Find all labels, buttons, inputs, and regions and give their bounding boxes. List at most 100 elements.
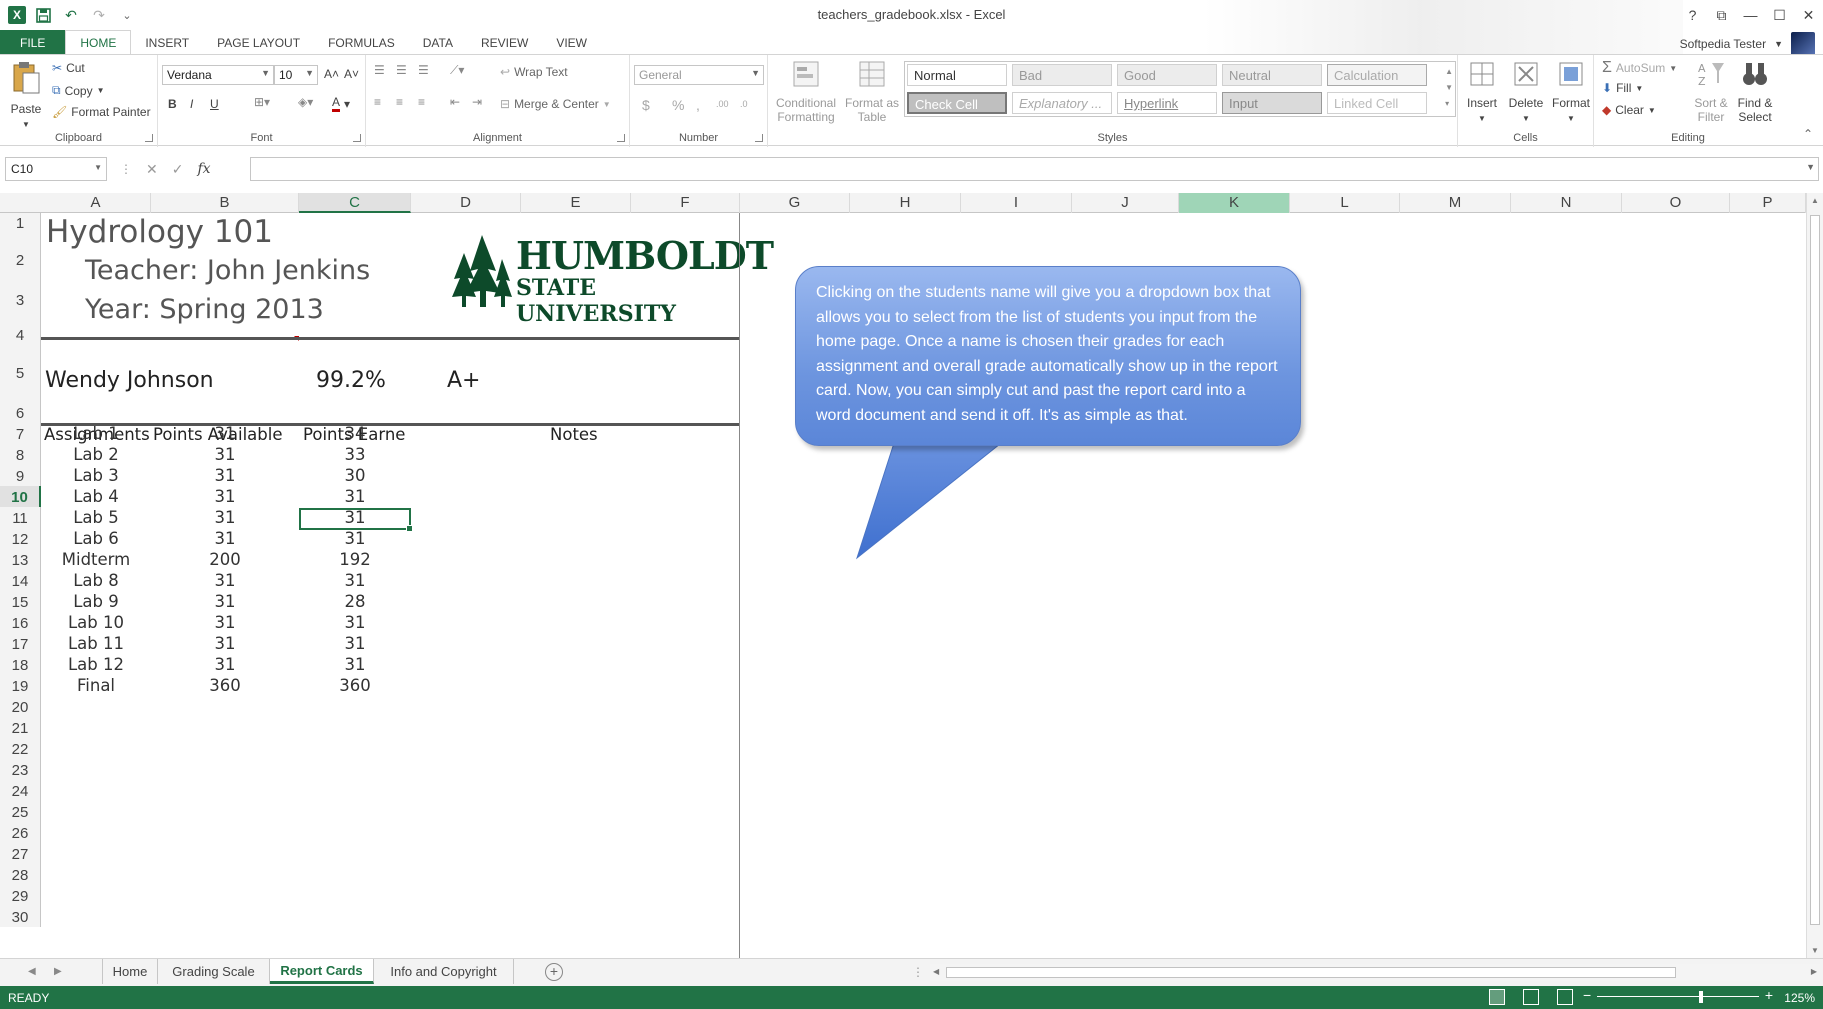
horizontal-scrollbar[interactable]: ◀ ▶ — [930, 964, 1820, 981]
assignment-available-cell[interactable]: 200 — [151, 550, 299, 569]
row-header-14[interactable]: 14 — [0, 570, 41, 591]
assignment-available-cell[interactable]: 31 — [151, 571, 299, 590]
teacher-name[interactable]: Teacher: John Jenkins — [85, 255, 370, 286]
comma-button[interactable]: , — [696, 97, 700, 113]
row-header-13[interactable]: 13 — [0, 549, 41, 570]
page-break-view-icon[interactable] — [1557, 989, 1573, 1005]
row-header-16[interactable]: 16 — [0, 612, 41, 633]
row-header-6[interactable]: 6 — [0, 383, 41, 423]
style-normal[interactable]: Normal — [907, 64, 1007, 86]
page-layout-view-icon[interactable] — [1523, 989, 1539, 1005]
assignment-available-cell[interactable]: 31 — [151, 487, 299, 506]
conditional-formatting-button[interactable]: Conditional Formatting — [772, 59, 840, 124]
row-header-27[interactable]: 27 — [0, 843, 41, 864]
increase-indent-icon[interactable]: ⇥ — [472, 95, 482, 109]
row-header-4[interactable]: 4 — [0, 310, 41, 345]
row-header-28[interactable]: 28 — [0, 864, 41, 885]
chevron-down-icon[interactable]: ▼ — [94, 163, 102, 172]
dialog-launcher-icon[interactable] — [617, 134, 625, 142]
font-size-box[interactable]: 10 ▼ — [274, 65, 318, 85]
assignment-earned-cell[interactable]: 192 — [299, 550, 411, 569]
tab-formulas[interactable]: FORMULAS — [314, 30, 409, 55]
zoom-out-icon[interactable]: − — [1583, 987, 1591, 1003]
sheet-tab-home[interactable]: Home — [102, 959, 158, 984]
assignment-available-cell[interactable]: 31 — [151, 655, 299, 674]
assignment-earned-cell[interactable]: 28 — [299, 592, 411, 611]
style-neutral[interactable]: Neutral — [1222, 64, 1322, 86]
help-icon[interactable]: ? — [1678, 0, 1707, 30]
tab-insert[interactable]: INSERT — [131, 30, 203, 55]
decrease-indent-icon[interactable]: ⇤ — [450, 95, 460, 109]
find-select-button[interactable]: Find & Select — [1732, 59, 1778, 124]
style-explanatory[interactable]: Explanatory ... — [1012, 92, 1112, 114]
zoom-knob[interactable] — [1699, 991, 1703, 1003]
prev-sheet-icon[interactable]: ◀ — [28, 966, 36, 977]
tab-split-grip-icon[interactable]: ⋮ — [912, 965, 924, 979]
assignment-available-cell[interactable]: 31 — [151, 529, 299, 548]
tab-home[interactable]: HOME — [65, 30, 132, 55]
assignment-name-cell[interactable]: Midterm — [41, 550, 151, 569]
row-header-26[interactable]: 26 — [0, 822, 41, 843]
assignment-name-cell[interactable]: Lab 3 — [41, 466, 151, 485]
row-header-3[interactable]: 3 — [0, 270, 41, 310]
column-header-n[interactable]: N — [1511, 193, 1622, 213]
bold-button[interactable]: B — [168, 97, 177, 111]
assignment-name-cell[interactable]: Lab 4 — [41, 487, 151, 506]
user-name[interactable]: Softpedia Tester — [1680, 37, 1767, 51]
zoom-in-icon[interactable]: + — [1765, 987, 1773, 1003]
row-header-10[interactable]: 10 — [0, 486, 41, 507]
instruction-callout[interactable]: Clicking on the students name will give … — [795, 266, 1301, 446]
dialog-launcher-icon[interactable] — [145, 134, 153, 142]
style-calculation[interactable]: Calculation — [1327, 64, 1427, 86]
tab-page-layout[interactable]: PAGE LAYOUT — [203, 30, 314, 55]
enter-icon[interactable]: ✓ — [172, 161, 184, 178]
zoom-level[interactable]: 125% — [1784, 991, 1815, 1005]
maximize-icon[interactable]: ☐ — [1765, 0, 1794, 30]
style-linked-cell[interactable]: Linked Cell — [1327, 92, 1427, 114]
fill-color-icon[interactable]: ◈▾ — [298, 95, 313, 109]
assignment-available-cell[interactable]: 360 — [151, 676, 299, 695]
delete-button[interactable]: Delete ▼ — [1504, 59, 1548, 126]
row-header-21[interactable]: 21 — [0, 717, 41, 738]
currency-button[interactable]: $ — [642, 97, 650, 113]
horizontal-scroll-thumb[interactable] — [946, 967, 1676, 978]
column-header-d[interactable]: D — [411, 193, 521, 213]
vertical-scroll-thumb[interactable] — [1810, 215, 1820, 925]
column-header-a[interactable]: A — [41, 193, 151, 213]
assignment-available-cell[interactable]: 31 — [151, 466, 299, 485]
chevron-down-icon[interactable]: ▼ — [1774, 39, 1783, 49]
assignment-available-cell[interactable]: 31 — [151, 613, 299, 632]
row-header-7[interactable]: 7 — [0, 423, 41, 444]
percent-button[interactable]: % — [672, 97, 684, 113]
term-year[interactable]: Year: Spring 2013 — [85, 294, 324, 325]
normal-view-icon[interactable] — [1489, 989, 1505, 1005]
scroll-right-icon[interactable]: ▶ — [1811, 967, 1817, 976]
format-button[interactable]: Format ▼ — [1550, 59, 1592, 126]
tab-view[interactable]: VIEW — [542, 30, 601, 55]
style-check-cell[interactable]: Check Cell — [907, 92, 1007, 114]
row-header-29[interactable]: 29 — [0, 885, 41, 906]
column-header-b[interactable]: B — [151, 193, 299, 213]
row-header-24[interactable]: 24 — [0, 780, 41, 801]
row-header-30[interactable]: 30 — [0, 906, 41, 927]
orientation-icon[interactable]: ⟋▾ — [450, 63, 464, 78]
format-painter-button[interactable]: 🖌 Format Painter — [52, 105, 151, 119]
row-header-5[interactable]: 5 — [0, 345, 41, 383]
shrink-font-button[interactable]: A˅ — [344, 67, 359, 81]
header-notes[interactable]: Notes — [550, 425, 598, 444]
row-header-1[interactable]: 1 — [0, 213, 41, 233]
scroll-up-icon[interactable]: ▲ — [1807, 196, 1823, 205]
borders-icon[interactable]: ⊞▾ — [254, 95, 270, 109]
overall-percent[interactable]: 99.2% — [316, 368, 386, 393]
assignment-name-cell[interactable]: Lab 12 — [41, 655, 151, 674]
column-header-g[interactable]: G — [740, 193, 850, 213]
column-header-c[interactable]: C — [299, 193, 411, 213]
increase-decimal-button[interactable]: .00 — [716, 99, 729, 109]
assignment-earned-cell[interactable]: 31 — [299, 487, 411, 506]
style-bad[interactable]: Bad — [1012, 64, 1112, 86]
assignment-available-cell[interactable]: 31 — [151, 508, 299, 527]
sheet-tab-grading-scale[interactable]: Grading Scale — [158, 959, 270, 984]
cut-button[interactable]: ✂ Cut — [52, 61, 85, 75]
bottom-align-icon[interactable]: ☰ — [418, 63, 429, 77]
row-header-17[interactable]: 17 — [0, 633, 41, 654]
